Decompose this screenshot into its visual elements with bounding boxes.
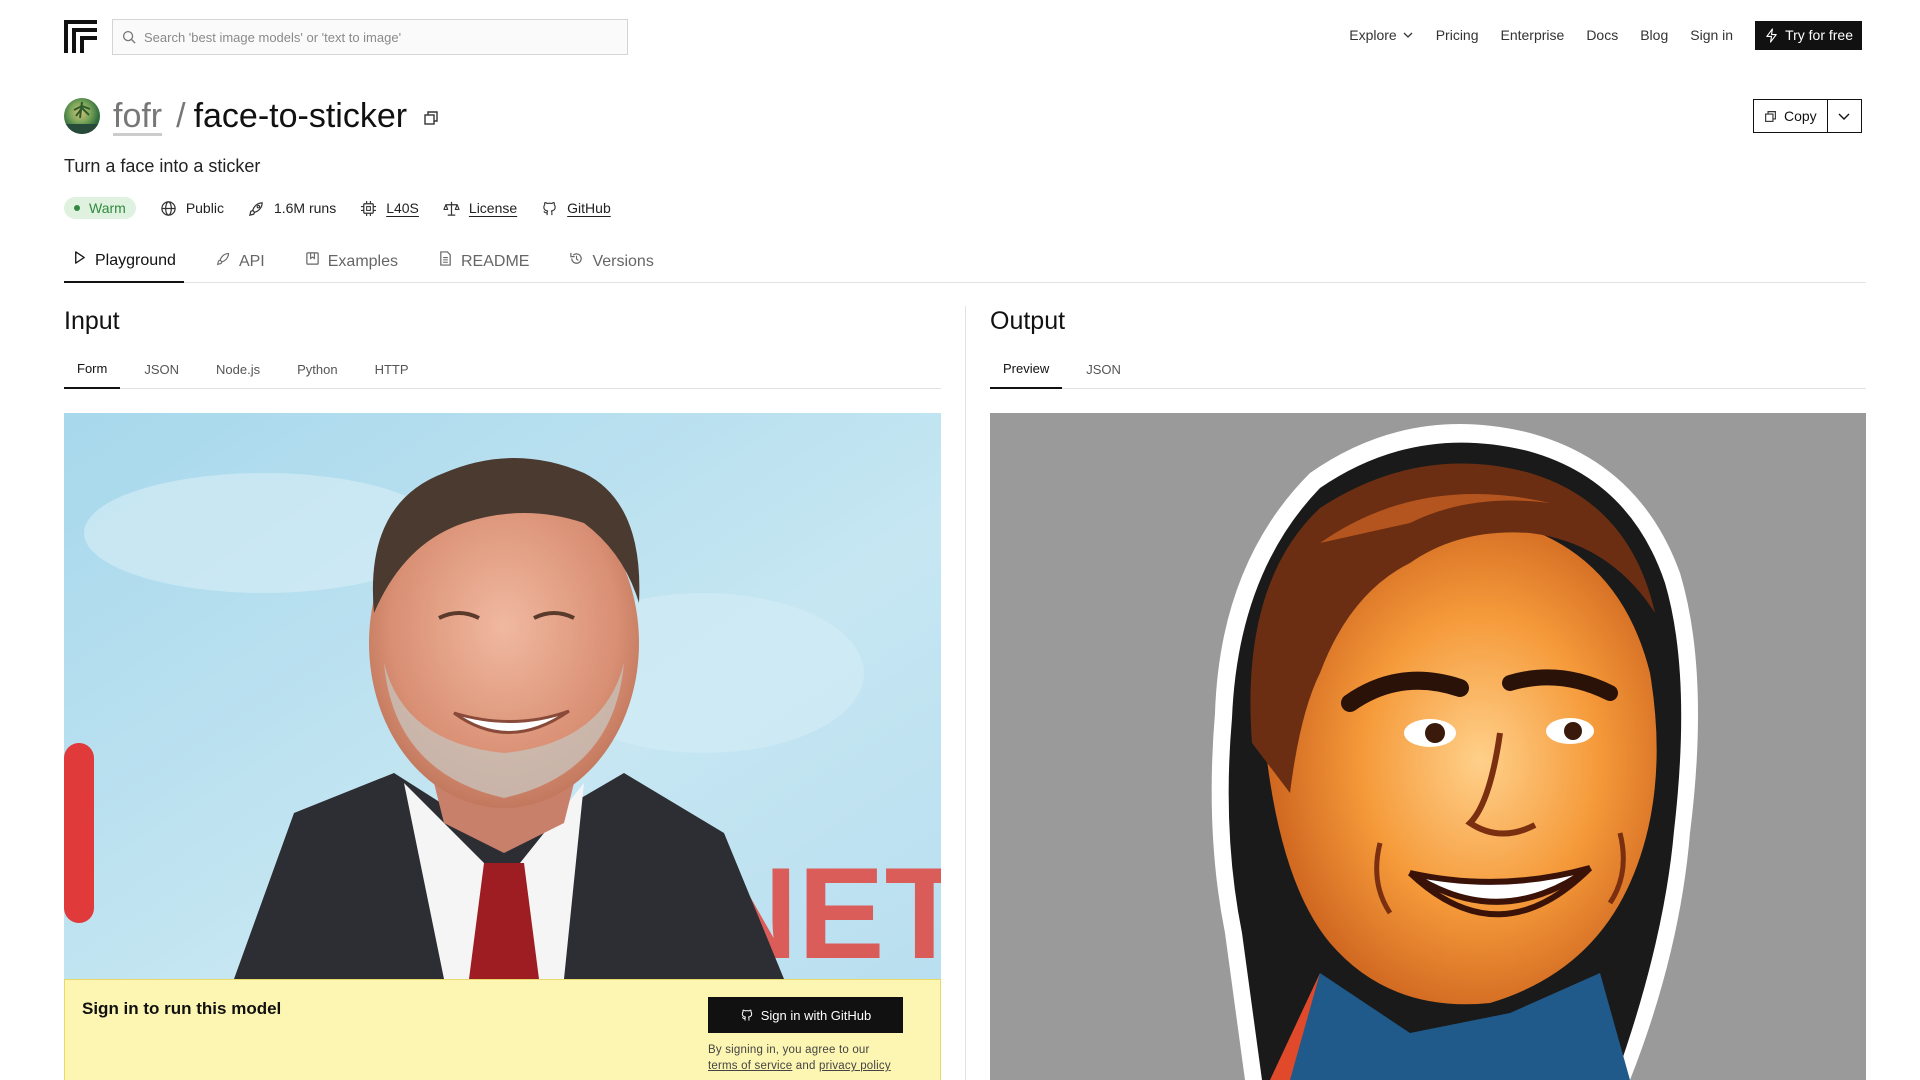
chevron-down-icon: [1403, 32, 1413, 38]
input-image[interactable]: NETFL: [64, 413, 941, 979]
nav-pricing[interactable]: Pricing: [1436, 27, 1479, 43]
search-bar[interactable]: [112, 19, 628, 55]
tab-playground-label: Playground: [95, 251, 176, 269]
document-icon: [440, 251, 451, 266]
chevron-down-icon: [1838, 113, 1850, 120]
visibility-meta: Public: [160, 200, 224, 217]
tab-api[interactable]: API: [208, 240, 273, 283]
input-subtabs: Form JSON Node.js Python HTTP: [64, 349, 941, 389]
nav-docs[interactable]: Docs: [1586, 27, 1618, 43]
owner-avatar[interactable]: [64, 98, 100, 134]
output-tab-json[interactable]: JSON: [1073, 349, 1134, 389]
signin-title: Sign in to run this model: [82, 999, 282, 1018]
nav-explore[interactable]: Explore: [1349, 27, 1413, 43]
model-tabs: Playground API Examples README Versions: [64, 240, 1866, 283]
globe-icon: [161, 200, 176, 216]
signin-github-label: Sign in with GitHub: [760, 1007, 872, 1023]
output-subtabs: Preview JSON: [990, 349, 1866, 389]
signin-panel: Sign in to run this model Sign in with G…: [64, 979, 941, 1080]
try-for-free-label: Try for free: [1785, 27, 1853, 43]
tab-examples[interactable]: Examples: [297, 240, 406, 283]
copy-label: Copy: [1784, 108, 1817, 124]
avatar-image: [64, 101, 100, 134]
tab-playground[interactable]: Playground: [64, 240, 184, 283]
license-meta: License: [443, 200, 517, 217]
output-title: Output: [990, 307, 1066, 335]
agreement-and: and: [795, 1060, 816, 1072]
tab-api-label: API: [238, 252, 265, 270]
replicate-logo-icon[interactable]: [64, 20, 97, 53]
tab-readme[interactable]: README: [430, 240, 537, 283]
github-icon: [543, 201, 556, 215]
title-separator: /: [176, 96, 186, 135]
search-icon: [122, 30, 136, 44]
privacy-link[interactable]: privacy policy: [819, 1060, 891, 1072]
rocket-icon: [248, 201, 263, 216]
input-tab-http[interactable]: HTTP: [362, 349, 422, 389]
lightning-icon: [1766, 27, 1777, 43]
status-badge: Warm: [64, 197, 136, 219]
panel-divider: [965, 306, 966, 1080]
model-description: Turn a face into a sticker: [64, 156, 261, 176]
input-title: Input: [64, 307, 120, 335]
chip-icon: [361, 200, 377, 216]
nav-blog[interactable]: Blog: [1640, 27, 1668, 43]
input-tab-nodejs[interactable]: Node.js: [203, 349, 273, 389]
play-icon: [75, 251, 85, 264]
status-label: Warm: [89, 200, 126, 216]
license-link[interactable]: License: [469, 200, 517, 216]
copy-dropdown-button[interactable]: [1828, 100, 1861, 132]
copy-icon[interactable]: [423, 110, 439, 126]
agreement-text: By signing in, you agree to our: [708, 1044, 870, 1056]
signin-github-button[interactable]: Sign in with GitHub: [708, 997, 903, 1033]
nav-explore-label: Explore: [1349, 27, 1397, 43]
input-tab-json[interactable]: JSON: [131, 349, 192, 389]
visibility-label: Public: [185, 200, 224, 216]
copy-button[interactable]: Copy: [1754, 100, 1828, 132]
runs-count: 1.6M runs: [273, 200, 337, 216]
copy-icon: [1765, 110, 1776, 122]
github-link[interactable]: GitHub: [567, 200, 611, 216]
output-sticker-illustration: [990, 413, 1866, 1080]
owner-link[interactable]: fofr: [113, 97, 162, 136]
input-tab-python[interactable]: Python: [284, 349, 350, 389]
runs-meta: 1.6M runs: [248, 200, 336, 217]
input-tab-form[interactable]: Form: [64, 349, 121, 389]
tab-versions-label: Versions: [592, 252, 654, 270]
history-icon: [570, 252, 583, 264]
output-tab-preview[interactable]: Preview: [990, 349, 1063, 389]
copy-button-group: Copy: [1753, 99, 1862, 133]
github-meta: GitHub: [541, 200, 611, 217]
tab-readme-label: README: [461, 252, 530, 270]
github-icon: [741, 1009, 752, 1021]
bookmark-icon: [306, 252, 319, 265]
tab-examples-label: Examples: [327, 252, 398, 270]
try-for-free-button[interactable]: Try for free: [1755, 20, 1862, 50]
hardware-link[interactable]: L40S: [386, 200, 419, 216]
signin-agreement: By signing in, you agree to our terms of…: [708, 1042, 891, 1074]
top-navigation: Explore Pricing Enterprise Docs Blog Sig…: [0, 0, 1920, 70]
model-title: fofr / face-to-sticker: [113, 94, 439, 138]
model-meta: Warm Public 1.6M runs L40S License GitHu…: [64, 197, 635, 219]
nav-enterprise[interactable]: Enterprise: [1501, 27, 1565, 43]
output-image[interactable]: [990, 413, 1866, 1080]
rocket-icon: [216, 252, 229, 266]
input-portrait-illustration: NETFL: [64, 413, 941, 979]
model-name: face-to-sticker: [193, 96, 408, 135]
nav-links: Explore Pricing Enterprise Docs Blog Sig…: [1349, 20, 1920, 50]
status-dot: [74, 205, 80, 211]
hardware-meta: L40S: [360, 200, 419, 217]
nav-sign-in[interactable]: Sign in: [1690, 27, 1733, 43]
tab-versions[interactable]: Versions: [561, 240, 661, 283]
search-input[interactable]: [144, 29, 614, 45]
scale-icon: [443, 201, 460, 216]
terms-link[interactable]: terms of service: [708, 1060, 792, 1072]
